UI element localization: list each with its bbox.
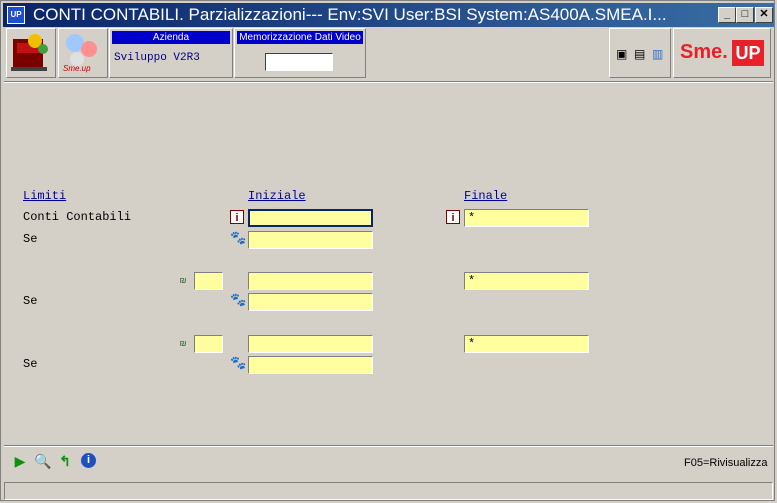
paw-icon[interactable]: 🐾 xyxy=(230,231,246,245)
footer-divider xyxy=(4,445,773,447)
app-icon: UP xyxy=(7,6,25,24)
memorizzazione-panel: Memorizzazione Dati Video xyxy=(234,28,366,78)
maximize-button[interactable]: □ xyxy=(736,7,754,23)
smeup-logo[interactable]: Sme. UP xyxy=(673,28,771,78)
window-title: CONTI CONTABILI. Parzializzazioni--- Env… xyxy=(33,5,667,24)
group3-se-input[interactable] xyxy=(248,356,373,374)
back-arrow-icon[interactable]: ↰ xyxy=(57,453,73,469)
title-bar: UP CONTI CONTABILI. Parzializzazioni--- … xyxy=(3,3,774,27)
robot-icon xyxy=(11,34,48,71)
group3-code-input[interactable] xyxy=(194,335,223,353)
se-condition-input[interactable] xyxy=(248,231,373,249)
smeup-small-text: Sme.up xyxy=(63,64,91,73)
se-label: Se xyxy=(23,357,38,371)
group2-code-input[interactable] xyxy=(194,272,223,290)
paw-icon[interactable]: 🐾 xyxy=(230,293,246,307)
close-button[interactable]: ✕ xyxy=(755,7,773,23)
minimize-button[interactable]: _ xyxy=(718,7,736,23)
azienda-value: Sviluppo V2R3 xyxy=(114,52,200,64)
se-label: Se xyxy=(23,232,38,246)
view-icons-panel: ▣ ▤ ▥ xyxy=(609,28,671,78)
code-type-icon[interactable]: ₪ xyxy=(176,337,190,351)
conti-finale-input[interactable] xyxy=(464,209,589,227)
conti-iniziale-input[interactable] xyxy=(248,209,373,227)
memorizzazione-label: Memorizzazione Dati Video xyxy=(237,31,363,44)
iniziale-header: Iniziale xyxy=(248,189,306,203)
paw-icon[interactable]: 🐾 xyxy=(230,356,246,370)
group2-iniziale-input[interactable] xyxy=(248,272,373,290)
status-bar xyxy=(4,482,773,500)
info-icon[interactable]: i xyxy=(81,453,96,468)
memorizzazione-input[interactable] xyxy=(265,53,333,71)
smeup-logo-up: UP xyxy=(732,40,764,66)
se-label: Se xyxy=(23,294,38,308)
info-lookup-icon-finale[interactable]: i xyxy=(446,210,460,224)
search-icon[interactable]: 🔍 xyxy=(34,453,51,469)
document-icon[interactable]: ▤ xyxy=(634,47,645,61)
smeup-gears-icon: Sme.up xyxy=(63,34,97,73)
finale-header: Finale xyxy=(464,189,508,203)
smeup-logo-text: Sme. xyxy=(680,41,728,63)
group3-finale-input[interactable] xyxy=(464,335,589,353)
group2-finale-input[interactable] xyxy=(464,272,589,290)
info-lookup-icon[interactable]: i xyxy=(230,210,244,224)
book-icon[interactable]: ▥ xyxy=(652,47,663,61)
header-toolbar: Sme.up Azienda Sviluppo V2R3 Memorizzazi… xyxy=(4,28,773,80)
code-type-icon[interactable]: ₪ xyxy=(176,274,190,288)
conti-contabili-label: Conti Contabili xyxy=(23,210,132,224)
smeup-small-logo-button[interactable]: Sme.up xyxy=(58,28,108,78)
group2-se-input[interactable] xyxy=(248,293,373,311)
azienda-label: Azienda xyxy=(112,31,230,44)
group3-iniziale-input[interactable] xyxy=(248,335,373,353)
header-divider xyxy=(4,81,773,83)
color-palette-icon[interactable]: ▣ xyxy=(616,47,627,61)
play-icon[interactable]: ▶ xyxy=(12,453,28,469)
application-window: UP CONTI CONTABILI. Parzializzazioni--- … xyxy=(0,0,775,501)
f05-hint[interactable]: F05=Rivisualizza xyxy=(684,457,767,469)
azienda-panel: Azienda Sviluppo V2R3 xyxy=(109,28,233,78)
program-icon-button[interactable] xyxy=(6,28,56,78)
limiti-header: Limiti xyxy=(23,189,67,203)
